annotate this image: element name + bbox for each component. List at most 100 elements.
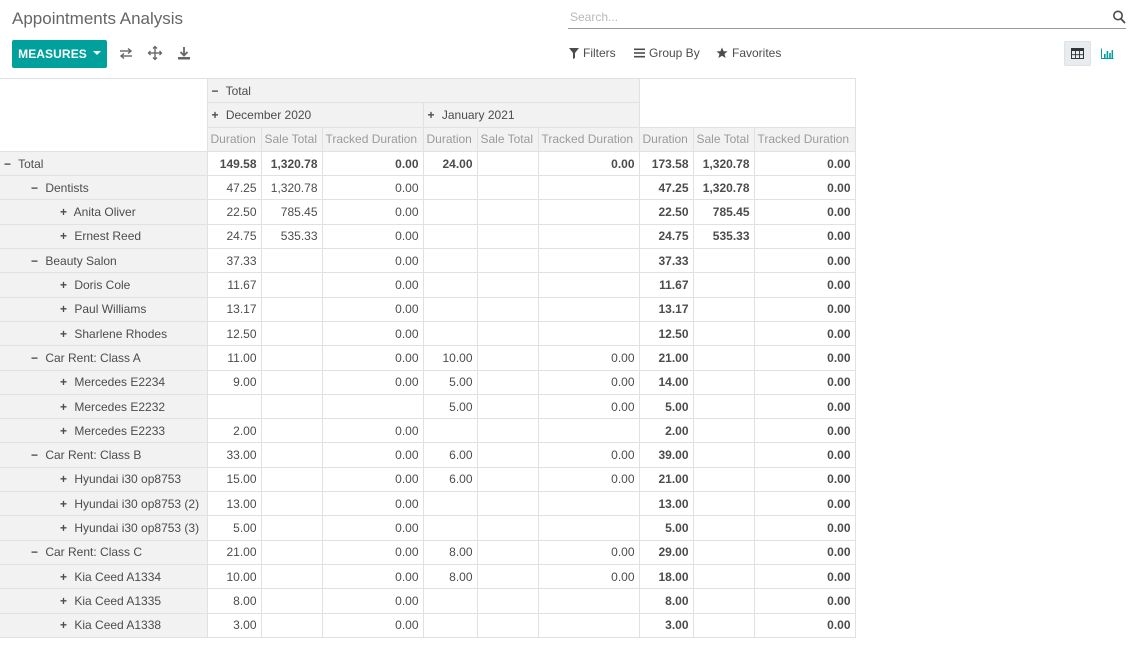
measure-header[interactable]: Tracked Duration xyxy=(321,126,424,152)
pivot-cell[interactable]: 0.00 xyxy=(753,393,856,420)
col-header-total[interactable]: − Total xyxy=(206,77,640,104)
pivot-cell[interactable]: 2.00 xyxy=(206,418,262,444)
pivot-cell[interactable]: 0.00 xyxy=(753,199,856,225)
group-by-button[interactable]: Group By xyxy=(634,45,700,61)
pivot-cell[interactable] xyxy=(692,588,755,614)
measure-header[interactable]: Tracked Duration xyxy=(753,126,856,152)
row-header[interactable]: + Ernest Reed xyxy=(0,223,208,250)
pivot-cell[interactable]: 0.00 xyxy=(537,563,640,590)
pivot-cell[interactable] xyxy=(692,563,755,590)
pivot-cell[interactable] xyxy=(260,442,323,468)
pivot-cell[interactable] xyxy=(260,515,323,541)
pivot-cell[interactable]: 8.00 xyxy=(206,588,262,614)
row-header[interactable]: + Hyundai i30 op8753 (3) xyxy=(0,515,208,541)
measure-header[interactable]: Sale Total xyxy=(692,126,755,152)
pivot-cell[interactable] xyxy=(422,296,478,322)
pivot-cell[interactable]: 535.33 xyxy=(260,223,323,250)
pivot-cell[interactable] xyxy=(476,466,539,493)
pivot-cell[interactable]: 0.00 xyxy=(753,369,856,395)
pivot-cell[interactable] xyxy=(422,612,478,638)
pivot-cell[interactable]: 0.00 xyxy=(321,296,424,322)
pivot-cell[interactable] xyxy=(537,491,640,517)
pivot-cell[interactable] xyxy=(476,393,539,420)
pivot-cell[interactable]: 0.00 xyxy=(753,491,856,517)
pivot-cell[interactable]: 0.00 xyxy=(753,563,856,590)
pivot-cell[interactable] xyxy=(206,393,262,420)
pivot-cell[interactable]: 14.00 xyxy=(638,369,694,395)
pivot-cell[interactable] xyxy=(422,199,478,225)
pivot-cell[interactable] xyxy=(321,393,424,420)
pivot-cell[interactable]: 0.00 xyxy=(321,612,424,638)
pivot-cell[interactable]: 0.00 xyxy=(537,393,640,420)
pivot-cell[interactable] xyxy=(537,272,640,298)
pivot-cell[interactable] xyxy=(422,272,478,298)
pivot-cell[interactable]: 37.33 xyxy=(638,248,694,274)
pivot-cell[interactable]: 47.25 xyxy=(206,175,262,201)
pivot-cell[interactable] xyxy=(260,248,323,274)
pivot-cell[interactable] xyxy=(692,296,755,322)
pivot-cell[interactable] xyxy=(692,345,755,371)
pivot-cell[interactable] xyxy=(260,418,323,444)
pivot-cell[interactable]: 1,320.78 xyxy=(260,150,323,177)
pivot-cell[interactable]: 173.58 xyxy=(638,150,694,177)
pivot-cell[interactable]: 13.00 xyxy=(206,491,262,517)
pivot-cell[interactable] xyxy=(692,491,755,517)
pivot-cell[interactable]: 0.00 xyxy=(321,563,424,590)
row-header[interactable]: + Hyundai i30 op8753 (2) xyxy=(0,491,208,517)
pivot-cell[interactable] xyxy=(260,345,323,371)
pivot-cell[interactable]: 0.00 xyxy=(753,223,856,250)
pivot-cell[interactable]: 21.00 xyxy=(206,539,262,565)
pivot-cell[interactable]: 0.00 xyxy=(537,150,640,177)
pivot-cell[interactable]: 0.00 xyxy=(753,175,856,201)
pivot-cell[interactable]: 5.00 xyxy=(422,393,478,420)
pivot-cell[interactable] xyxy=(537,320,640,347)
pivot-cell[interactable]: 0.00 xyxy=(321,150,424,177)
pivot-cell[interactable] xyxy=(476,563,539,590)
pivot-cell[interactable]: 10.00 xyxy=(422,345,478,371)
graph-view-button[interactable] xyxy=(1094,41,1121,66)
pivot-cell[interactable] xyxy=(692,393,755,420)
pivot-cell[interactable]: 0.00 xyxy=(321,369,424,395)
pivot-cell[interactable]: 0.00 xyxy=(321,175,424,201)
pivot-cell[interactable]: 3.00 xyxy=(638,612,694,638)
pivot-cell[interactable]: 0.00 xyxy=(321,199,424,225)
flip-axis-icon[interactable] xyxy=(118,45,134,61)
pivot-cell[interactable] xyxy=(476,539,539,565)
pivot-cell[interactable]: 9.00 xyxy=(206,369,262,395)
pivot-cell[interactable] xyxy=(476,248,539,274)
pivot-cell[interactable] xyxy=(537,248,640,274)
pivot-cell[interactable] xyxy=(476,345,539,371)
pivot-cell[interactable]: 0.00 xyxy=(753,320,856,347)
pivot-cell[interactable] xyxy=(422,515,478,541)
pivot-cell[interactable] xyxy=(692,442,755,468)
pivot-cell[interactable]: 22.50 xyxy=(638,199,694,225)
row-header[interactable]: + Mercedes E2233 xyxy=(0,418,208,444)
pivot-cell[interactable]: 0.00 xyxy=(321,223,424,250)
pivot-cell[interactable]: 6.00 xyxy=(422,466,478,493)
pivot-cell[interactable] xyxy=(692,272,755,298)
pivot-cell[interactable] xyxy=(692,539,755,565)
pivot-cell[interactable]: 13.17 xyxy=(206,296,262,322)
pivot-cell[interactable] xyxy=(537,515,640,541)
pivot-cell[interactable]: 0.00 xyxy=(321,442,424,468)
pivot-cell[interactable] xyxy=(422,223,478,250)
pivot-cell[interactable]: 29.00 xyxy=(638,539,694,565)
pivot-cell[interactable] xyxy=(476,272,539,298)
pivot-cell[interactable] xyxy=(476,296,539,322)
row-header[interactable]: + Sharlene Rhodes xyxy=(0,320,208,347)
pivot-cell[interactable]: 0.00 xyxy=(537,539,640,565)
pivot-cell[interactable] xyxy=(422,491,478,517)
measure-header[interactable]: Duration xyxy=(206,126,262,152)
pivot-cell[interactable] xyxy=(422,588,478,614)
pivot-cell[interactable] xyxy=(692,466,755,493)
pivot-cell[interactable] xyxy=(537,296,640,322)
pivot-cell[interactable]: 1,320.78 xyxy=(692,175,755,201)
pivot-cell[interactable] xyxy=(476,150,539,177)
col-header-jan-2021[interactable]: + January 2021 xyxy=(422,102,640,128)
pivot-cell[interactable] xyxy=(260,320,323,347)
pivot-cell[interactable]: 0.00 xyxy=(753,539,856,565)
pivot-cell[interactable] xyxy=(476,199,539,225)
pivot-cell[interactable]: 0.00 xyxy=(537,466,640,493)
measure-header[interactable]: Sale Total xyxy=(260,126,323,152)
pivot-cell[interactable] xyxy=(476,418,539,444)
